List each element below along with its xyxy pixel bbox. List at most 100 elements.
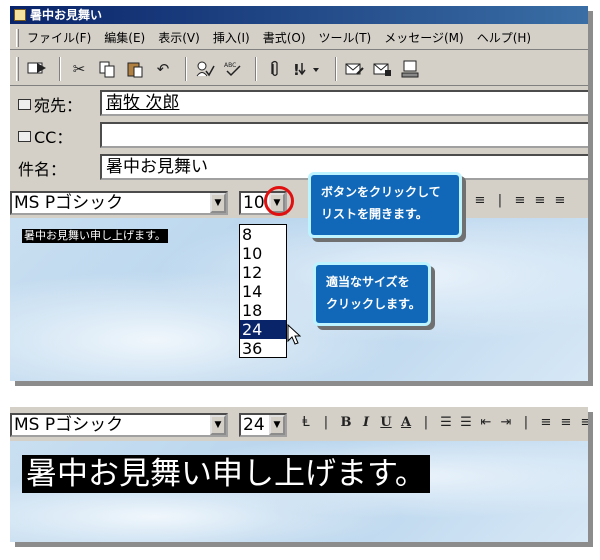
address-book-icon[interactable] xyxy=(18,99,31,110)
size-option[interactable]: 36 xyxy=(240,339,286,358)
toolbar-separator xyxy=(335,56,337,81)
tb-sep-icon: | xyxy=(497,193,503,208)
font-value-after: MS Pゴシック xyxy=(14,415,124,435)
send-icon[interactable] xyxy=(25,57,49,81)
size-select-after[interactable]: 24 ▼ xyxy=(239,413,287,437)
subject-label: 件名： xyxy=(18,160,67,179)
align-center-icon[interactable]: ≡ xyxy=(556,415,576,430)
menu-grip[interactable] xyxy=(16,28,19,47)
mouse-cursor-icon xyxy=(287,324,301,345)
increase-indent-icon[interactable]: ≡ xyxy=(470,193,490,208)
menu-format[interactable]: 書式(O) xyxy=(263,29,306,46)
cc-label-text: CC： xyxy=(34,128,73,147)
callout-text: 適当なサイズを xyxy=(326,275,410,289)
address-book-icon[interactable] xyxy=(18,131,31,142)
priority-icon[interactable]: ! xyxy=(291,57,325,81)
window-title: 暑中お見舞い xyxy=(30,8,103,22)
toolbar-grip[interactable] xyxy=(16,56,19,81)
font-value: MS Pゴシック xyxy=(14,193,124,213)
italic-icon[interactable]: I xyxy=(356,415,376,430)
bullet-list-icon[interactable]: ☰ xyxy=(456,415,476,430)
menu-message[interactable]: メッセージ(M) xyxy=(384,29,463,46)
font-select-after[interactable]: MS Pゴシック ▼ xyxy=(10,413,228,437)
tb-sep-icon: | xyxy=(523,415,529,430)
message-body-after[interactable]: 暑中お見舞い申し上げます。 xyxy=(10,441,588,542)
align-right-icon[interactable]: ≡ xyxy=(576,415,588,430)
menu-tools[interactable]: ツール(T) xyxy=(319,29,372,46)
result-window: MS Pゴシック ▼ 24 ▼ Ⱡ | B I U A | ☰ ☰ ⇤ ⇥ | … xyxy=(10,407,588,542)
svg-text:!: ! xyxy=(293,61,300,79)
size-value-after: 24 xyxy=(243,415,265,435)
copy-icon[interactable] xyxy=(95,57,119,81)
svg-text:ABC: ABC xyxy=(224,62,236,69)
body-text-selected: 暑中お見舞い申し上げます。 xyxy=(22,229,168,243)
tb-sep-icon: | xyxy=(423,415,429,430)
cut-icon[interactable]: ✂ xyxy=(67,57,91,81)
callout-text: クリックします。 xyxy=(326,297,421,311)
format-bar: MS Pゴシック ▼ 10 ▼ ⇥ ⇤ ≡ | ≡ ≡ ≡ xyxy=(10,189,588,217)
size-option[interactable]: 10 xyxy=(240,244,286,263)
toolbar-separator xyxy=(185,56,187,81)
to-label-text: 宛先： xyxy=(34,96,83,115)
to-label[interactable]: 宛先： xyxy=(18,92,82,116)
font-select[interactable]: MS Pゴシック ▼ xyxy=(10,191,228,215)
undo-icon[interactable]: ↶ xyxy=(151,57,175,81)
to-row: 宛先： 南牧 次郎 xyxy=(10,88,588,118)
cc-row: CC： xyxy=(10,120,588,150)
cc-label[interactable]: CC： xyxy=(18,124,72,148)
menu-insert[interactable]: 挿入(I) xyxy=(213,29,250,46)
size-option[interactable]: 18 xyxy=(240,301,286,320)
encrypt-icon[interactable] xyxy=(371,57,395,81)
outdent-icon[interactable]: ⇤ xyxy=(476,415,496,430)
menu-file[interactable]: ファイル(F) xyxy=(27,29,91,46)
message-body[interactable]: 暑中お見舞い申し上げます。 xyxy=(10,218,588,381)
tb-sep-icon: | xyxy=(323,415,329,430)
cc-field[interactable] xyxy=(100,122,588,148)
align-right-icon[interactable]: ≡ xyxy=(550,193,570,208)
sign-icon[interactable] xyxy=(343,57,367,81)
bold-icon[interactable]: B xyxy=(336,415,356,430)
compose-window: 暑中お見舞い ファイル(F) 編集(E) 表示(V) 挿入(I) 書式(O) ツ… xyxy=(10,6,588,381)
menu-view[interactable]: 表示(V) xyxy=(158,29,200,46)
size-option[interactable]: 8 xyxy=(240,225,286,244)
size-option-highlighted[interactable]: 24 xyxy=(240,320,286,339)
indent-icon[interactable]: ⇥ xyxy=(496,415,516,430)
align-left-icon[interactable]: ≡ xyxy=(510,193,530,208)
align-left-icon[interactable]: ≡ xyxy=(536,415,556,430)
underline-icon[interactable]: U xyxy=(376,415,396,430)
paste-icon[interactable] xyxy=(123,57,147,81)
numbered-list-icon[interactable]: ☰ xyxy=(436,415,456,430)
size-option[interactable]: 12 xyxy=(240,263,286,282)
check-names-icon[interactable] xyxy=(193,57,217,81)
font-color-icon[interactable]: A xyxy=(396,415,416,430)
body-text-large: 暑中お見舞い申し上げます。 xyxy=(22,455,430,493)
font-color-menu-icon[interactable]: Ⱡ xyxy=(296,415,316,430)
toolbar-separator xyxy=(59,56,61,81)
toolbar: ✂ ↶ ABC ! xyxy=(10,52,588,86)
callout-click-size: 適当なサイズを クリックします。 xyxy=(313,262,431,326)
app-icon xyxy=(14,9,26,21)
menu-edit[interactable]: 編集(E) xyxy=(104,29,145,46)
size-value: 10 xyxy=(243,193,265,213)
callout-text: リストを開きます。 xyxy=(321,207,428,221)
attach-icon[interactable] xyxy=(263,57,287,81)
align-center-icon[interactable]: ≡ xyxy=(530,193,550,208)
font-dropdown-button-after[interactable]: ▼ xyxy=(210,415,226,435)
offline-icon[interactable] xyxy=(399,57,423,81)
font-dropdown-button[interactable]: ▼ xyxy=(210,193,226,213)
spelling-icon[interactable]: ABC xyxy=(221,57,245,81)
subject-row: 件名： 暑中お見舞い xyxy=(10,152,588,182)
format-bar-after: MS Pゴシック ▼ 24 ▼ Ⱡ | B I U A | ☰ ☰ ⇤ ⇥ | … xyxy=(10,411,588,439)
title-bar[interactable]: 暑中お見舞い xyxy=(10,6,588,24)
menu-bar: ファイル(F) 編集(E) 表示(V) 挿入(I) 書式(O) ツール(T) メ… xyxy=(10,26,588,50)
format-icons: Ⱡ | B I U A | ☰ ☰ ⇤ ⇥ | ≡ ≡ ≡ xyxy=(296,415,588,430)
to-field[interactable]: 南牧 次郎 xyxy=(100,90,588,116)
highlight-circle xyxy=(264,186,294,216)
toolbar-separator xyxy=(255,56,257,81)
callout-open-list: ボタンをクリックして リストを開きます。 xyxy=(308,172,462,238)
to-recipient: 南牧 次郎 xyxy=(106,93,180,113)
menu-help[interactable]: ヘルプ(H) xyxy=(477,29,531,46)
size-option[interactable]: 14 xyxy=(240,282,286,301)
callout-text: ボタンをクリックして xyxy=(321,185,441,199)
size-dropdown-button-after[interactable]: ▼ xyxy=(269,415,285,435)
